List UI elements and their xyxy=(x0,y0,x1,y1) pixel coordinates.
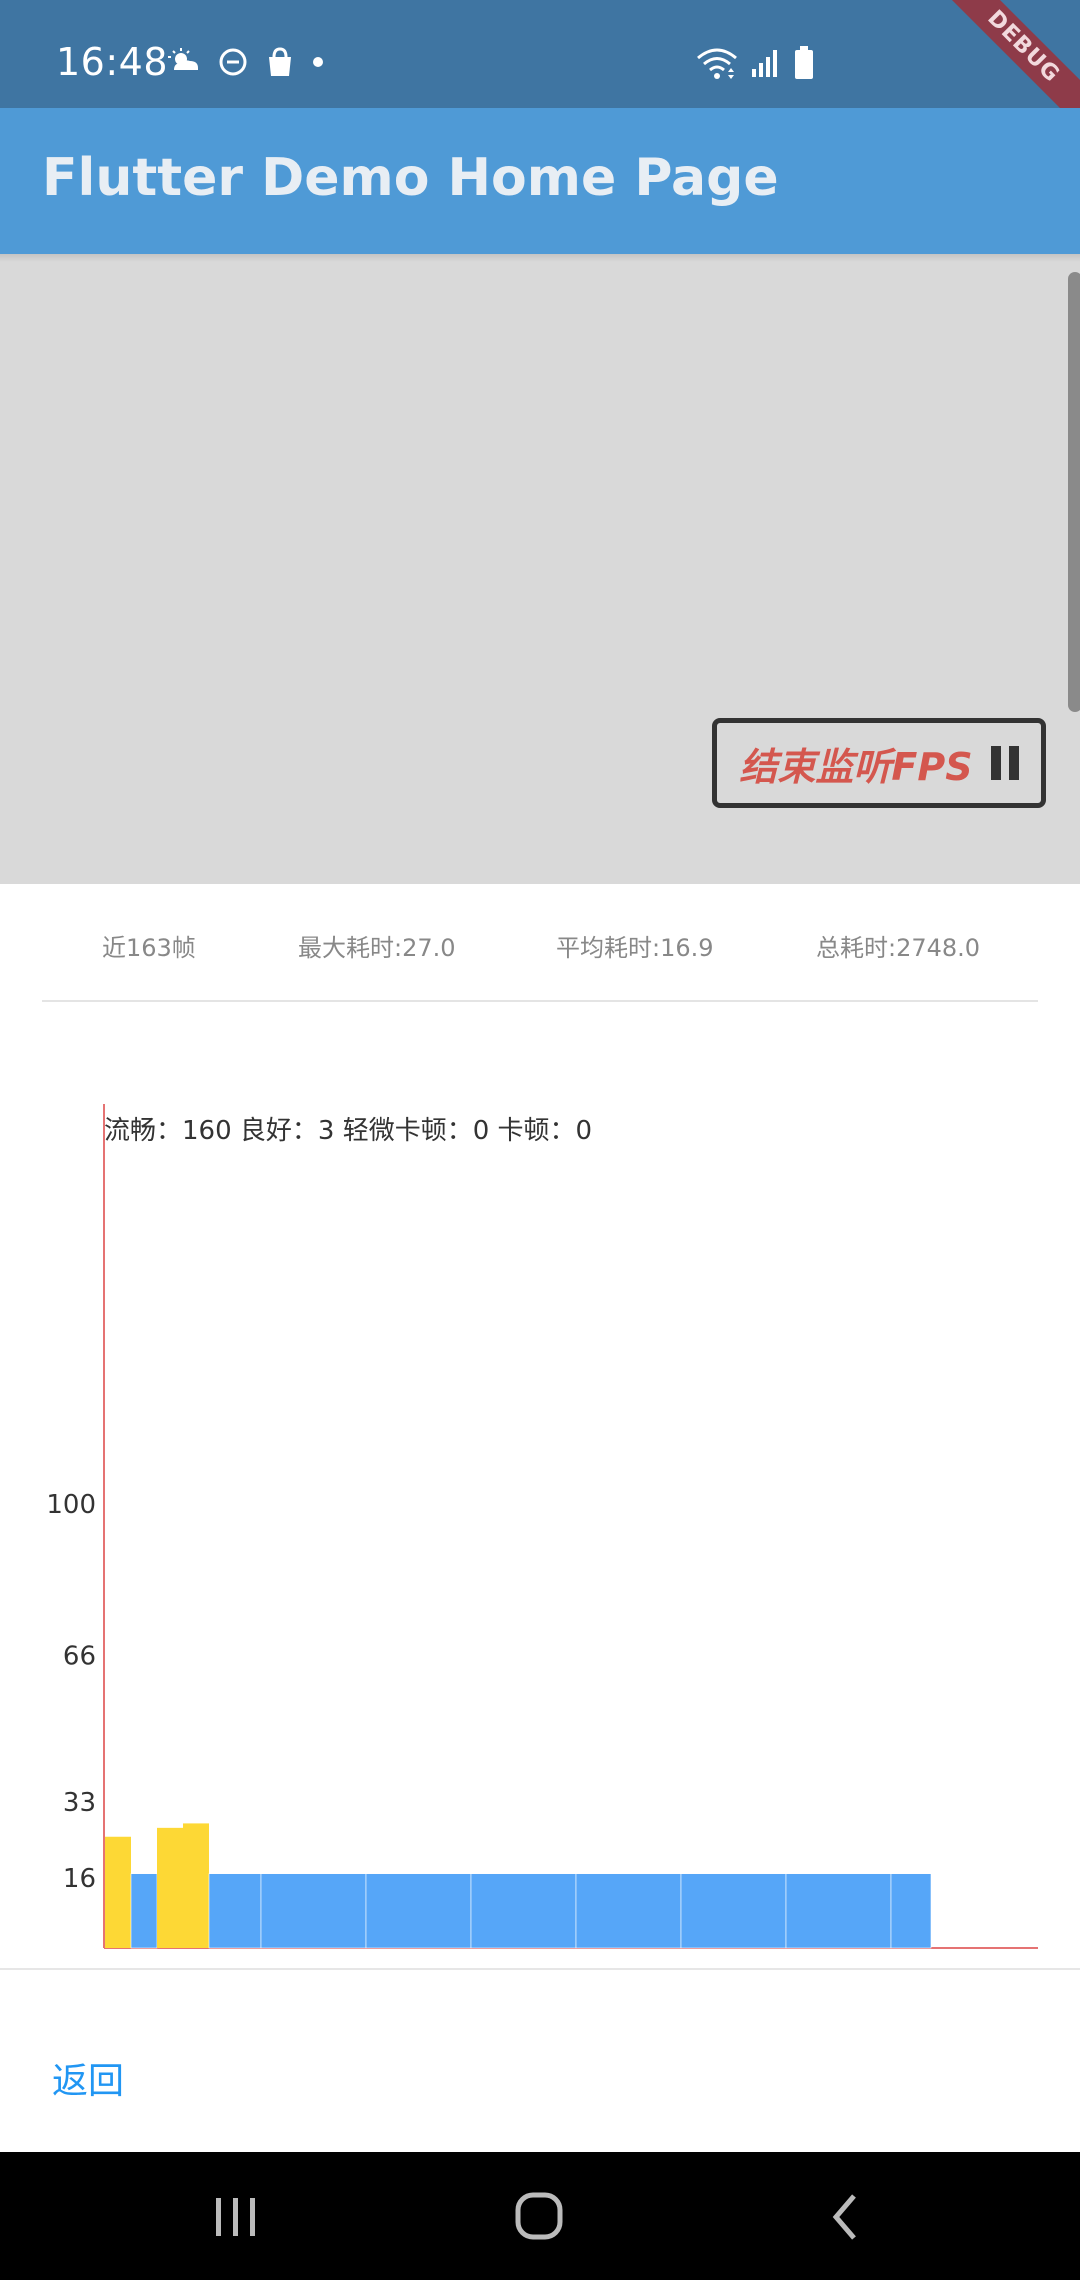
bottom-divider xyxy=(0,1968,1080,1970)
fps-chart-svg: 100 66 33 16 xyxy=(46,1104,1038,1949)
wifi-icon xyxy=(697,48,737,79)
y-tick-label: 33 xyxy=(63,1788,96,1818)
stop-fps-monitor-button[interactable]: 结束监听FPS xyxy=(712,718,1046,808)
dot-icon xyxy=(313,57,323,67)
stat-frames: 近163帧 xyxy=(102,934,196,962)
stat-avg: 平均耗时:16.9 xyxy=(556,934,714,962)
chart-summary: 流畅：160 良好：3 轻微卡顿：0 卡顿：0 xyxy=(104,1116,593,1146)
status-bar: 16:48 DEBUG xyxy=(0,0,1080,141)
bar-smooth xyxy=(130,1873,158,1949)
stat-total: 总耗时:2748.0 xyxy=(816,934,981,962)
y-tick-label: 66 xyxy=(63,1641,96,1671)
status-icons-left xyxy=(168,46,324,78)
status-icons-right xyxy=(696,46,814,80)
bar-smooth xyxy=(680,1873,787,1949)
scrollbar-thumb[interactable] xyxy=(1068,272,1080,712)
bar-smooth xyxy=(785,1873,892,1949)
bar-smooth xyxy=(365,1873,472,1949)
weather-sun-cloud-icon xyxy=(168,48,198,70)
stats-row: 近163帧 最大耗时:27.0 平均耗时:16.9 总耗时:2748.0 xyxy=(0,920,1080,968)
app-bar-shadow xyxy=(0,254,1080,262)
stats-divider xyxy=(42,1000,1038,1002)
bar-smooth xyxy=(890,1873,932,1949)
bar-smooth xyxy=(575,1873,682,1949)
signal-icon xyxy=(752,50,777,77)
bar-good xyxy=(105,1836,131,1948)
bar-good xyxy=(157,1827,183,1948)
back-icon[interactable] xyxy=(816,2192,876,2242)
pause-icon xyxy=(990,746,1019,780)
app-bar: Flutter Demo Home Page xyxy=(0,108,1080,254)
fps-chart: 100 66 33 16 流畅：160 良好：3 轻微卡顿：0 卡顿：0 xyxy=(0,1090,1080,1970)
nav-bar xyxy=(0,2152,1080,2280)
recent-apps-icon[interactable] xyxy=(206,2192,266,2242)
fps-button-label: 结束监听FPS xyxy=(739,744,973,789)
status-time: 16:48 xyxy=(56,40,169,84)
bar-smooth xyxy=(470,1873,577,1949)
shopping-bag-icon xyxy=(269,47,291,76)
y-tick-label: 100 xyxy=(46,1490,96,1520)
bar-smooth xyxy=(260,1873,367,1949)
app-title: Flutter Demo Home Page xyxy=(42,148,779,208)
bar-good xyxy=(183,1823,209,1948)
stat-max: 最大耗时:27.0 xyxy=(298,934,456,962)
y-tick-label: 16 xyxy=(63,1864,96,1894)
home-icon[interactable] xyxy=(510,2192,570,2242)
bar-smooth xyxy=(208,1873,262,1949)
do-not-disturb-icon xyxy=(219,48,247,76)
back-link[interactable]: 返回 xyxy=(52,2052,124,2104)
battery-icon xyxy=(795,46,813,79)
